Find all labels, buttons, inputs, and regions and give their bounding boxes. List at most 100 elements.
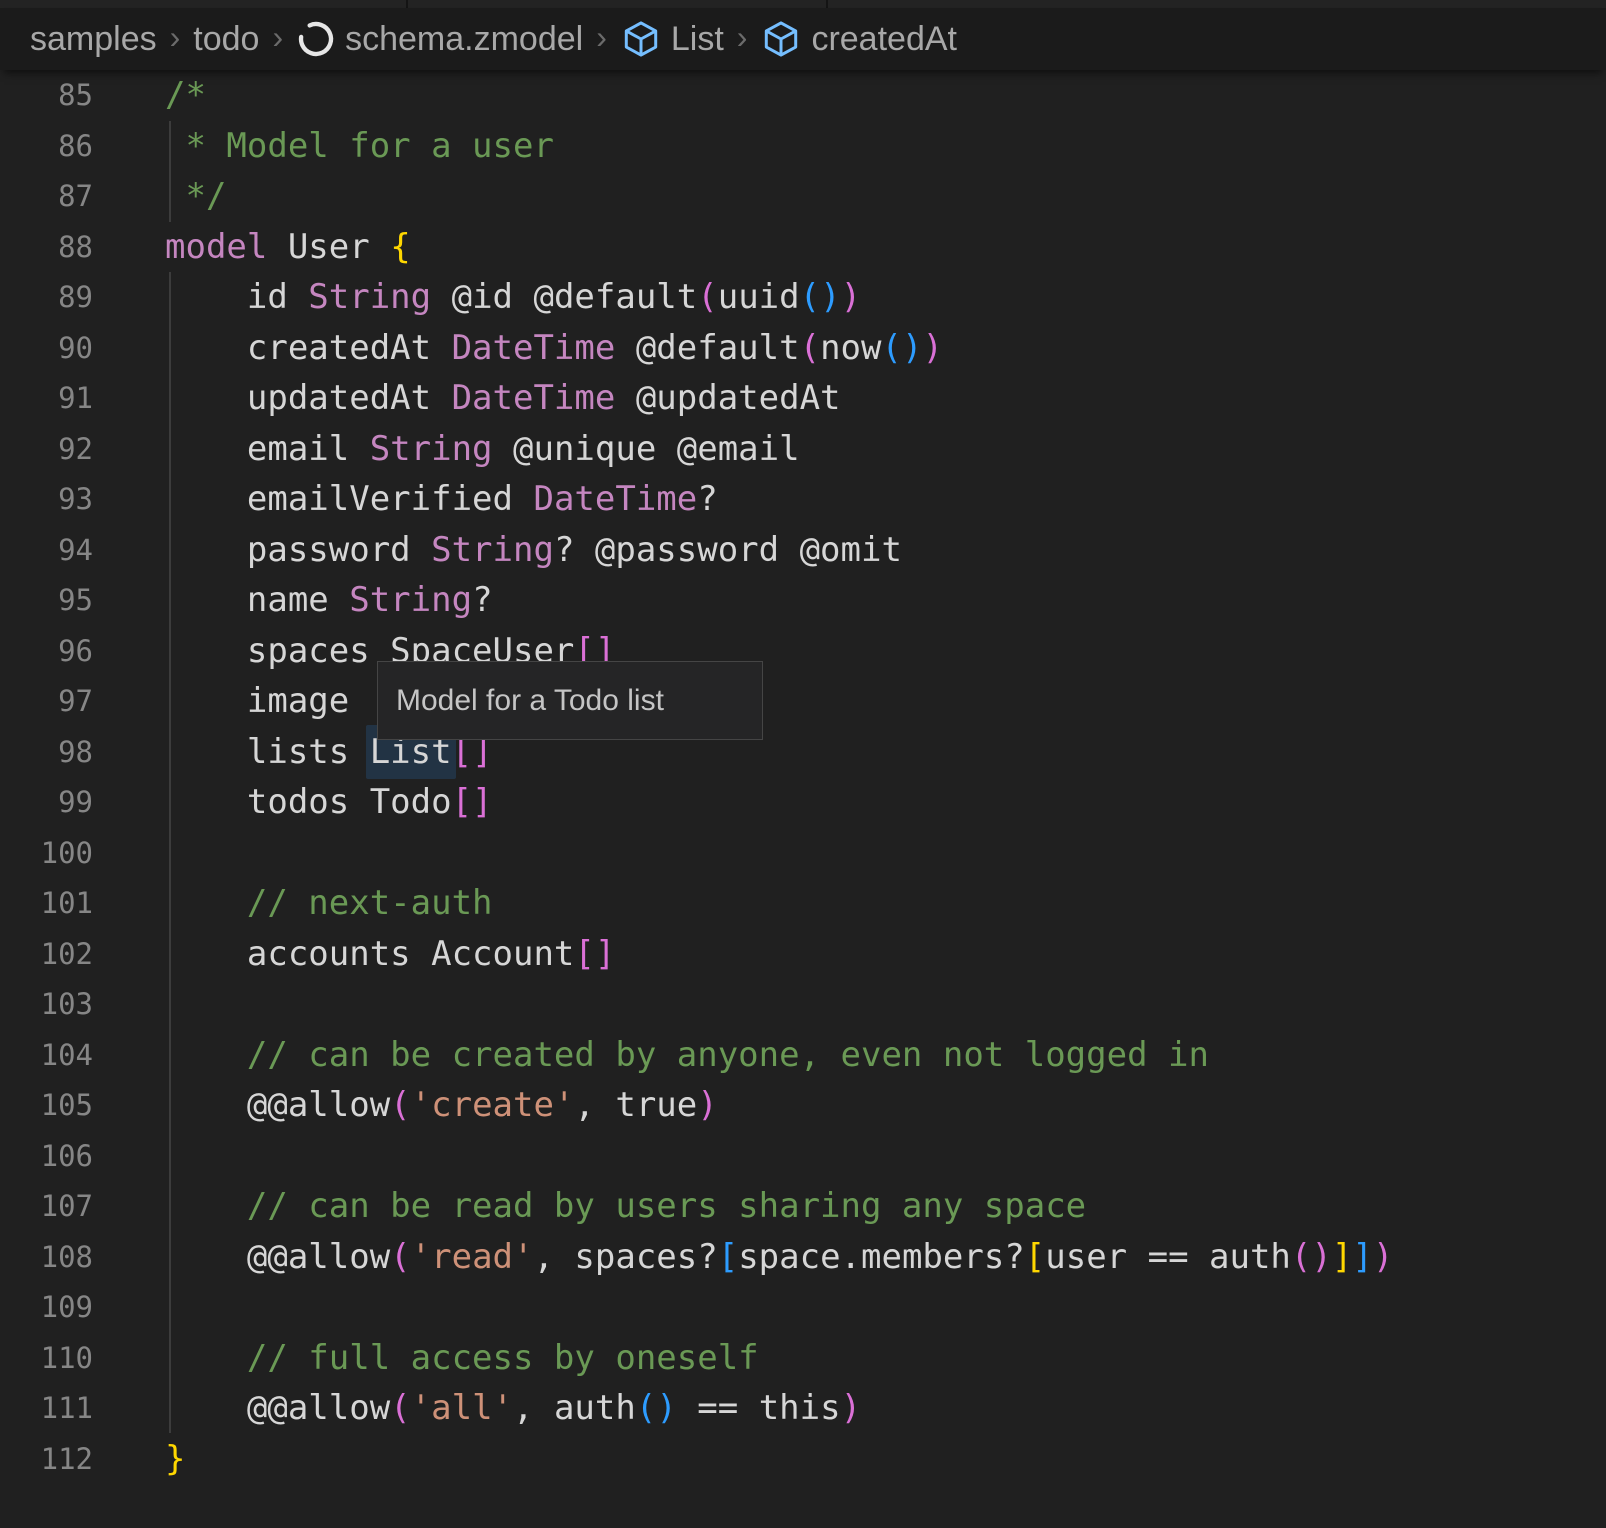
code-line-92[interactable]: 92 email String @unique @email [0,424,1606,475]
code-token [165,883,247,923]
code-token: DateTime [452,328,616,368]
code-line-101[interactable]: 101 // next-auth [0,878,1606,929]
breadcrumb-separator-icon: › [596,21,607,53]
line-number: 93 [0,474,93,525]
tab-separator [406,0,408,8]
code-token: ( [697,277,717,317]
line-number: 101 [0,878,93,929]
code-line-content: accounts Account[] [93,929,615,980]
code-token: String [308,277,431,317]
sync-icon [296,19,336,59]
code-token: ) [841,277,861,317]
code-line-107[interactable]: 107 // can be read by users sharing any … [0,1181,1606,1232]
code-line-102[interactable]: 102 accounts Account[] [0,929,1606,980]
code-line-87[interactable]: 87 */ [0,171,1606,222]
code-line-89[interactable]: 89 id String @id @default(uuid()) [0,272,1606,323]
code-line-90[interactable]: 90 createdAt DateTime @default(now()) [0,323,1606,374]
code-line-content: // next-auth [93,878,493,929]
line-number: 92 [0,424,93,475]
line-number: 99 [0,777,93,828]
code-line-111[interactable]: 111 @@allow('all', auth() == this) [0,1383,1606,1434]
code-token: ? @password @omit [554,530,902,570]
breadcrumb-item-list[interactable]: List [620,18,724,60]
code-token: space.members? [738,1237,1025,1277]
code-token: == this [677,1388,841,1428]
code-token: // next-auth [247,883,493,923]
code-token: uuid [718,277,800,317]
line-number: 108 [0,1232,93,1283]
code-line-content [93,1282,165,1333]
code-token: name [165,580,349,620]
code-token: ) [697,1085,717,1125]
code-line-content: image [93,676,349,727]
code-line-content: @@allow('all', auth() == this) [93,1383,861,1434]
breadcrumb-item-samples[interactable]: samples [30,20,157,59]
code-line-112[interactable]: 112} [0,1434,1606,1485]
code-line-88[interactable]: 88model User { [0,222,1606,273]
code-line-109[interactable]: 109 [0,1282,1606,1333]
code-line-content: password String? @password @omit [93,525,902,576]
code-token: @@allow [165,1388,390,1428]
line-number: 91 [0,373,93,424]
code-token: [] [452,782,493,822]
code-line-98[interactable]: 98 lists List[] [0,727,1606,778]
code-token: ] [1332,1237,1352,1277]
code-line-100[interactable]: 100 [0,828,1606,879]
code-line-106[interactable]: 106 [0,1131,1606,1182]
code-line-93[interactable]: 93 emailVerified DateTime? [0,474,1606,525]
line-number: 112 [0,1434,93,1485]
cube-icon [620,18,662,60]
line-number: 89 [0,272,93,323]
code-line-content [93,1131,165,1182]
line-number: 97 [0,676,93,727]
code-token: , spaces? [533,1237,717,1277]
line-number: 95 [0,575,93,626]
line-number: 100 [0,828,93,879]
code-line-86[interactable]: 86 * Model for a user [0,121,1606,172]
code-token: emailVerified [165,479,533,519]
code-line-105[interactable]: 105 @@allow('create', true) [0,1080,1606,1131]
code-line-85[interactable]: 85/* [0,70,1606,121]
code-line-content: email String @unique @email [93,424,800,475]
code-token: id [165,277,308,317]
code-line-94[interactable]: 94 password String? @password @omit [0,525,1606,576]
code-line-103[interactable]: 103 [0,979,1606,1030]
code-token: /* [165,75,206,115]
code-editor[interactable]: 85/*86 * Model for a user87 */88model Us… [0,70,1606,1528]
code-token: ) [656,1388,676,1428]
code-token: , auth [513,1388,636,1428]
code-token: ( [636,1388,656,1428]
code-line-content: * Model for a user [93,121,554,172]
code-token: DateTime [533,479,697,519]
breadcrumb-item-todo[interactable]: todo [193,20,259,59]
code-line-99[interactable]: 99 todos Todo[] [0,777,1606,828]
code-line-104[interactable]: 104 // can be created by anyone, even no… [0,1030,1606,1081]
code-line-content: updatedAt DateTime @updatedAt [93,373,841,424]
code-token: ( [390,1388,410,1428]
code-line-108[interactable]: 108 @@allow('read', spaces?[space.member… [0,1232,1606,1283]
line-number: 96 [0,626,93,677]
code-line-content: name String? [93,575,493,626]
code-line-content: model User { [93,222,411,273]
code-token: @updatedAt [615,378,840,418]
code-line-91[interactable]: 91 updatedAt DateTime @updatedAt [0,373,1606,424]
code-token: , true [574,1085,697,1125]
line-number: 88 [0,222,93,273]
code-token: ? [697,479,717,519]
code-line-content: */ [93,171,226,222]
code-token: ( [1291,1237,1311,1277]
breadcrumb-item-createdat[interactable]: createdAt [760,18,957,60]
code-token: lists [165,732,370,772]
code-token: ( [390,1085,410,1125]
line-number: 98 [0,727,93,778]
breadcrumb-item-schema-zmodel[interactable]: schema.zmodel [296,19,583,59]
code-line-97[interactable]: 97 image [0,676,1606,727]
code-line-96[interactable]: 96 spaces SpaceUser[] [0,626,1606,677]
line-number: 94 [0,525,93,576]
code-token: 'all' [411,1388,513,1428]
code-token [165,1186,247,1226]
code-line-110[interactable]: 110 // full access by oneself [0,1333,1606,1384]
code-line-content: /* [93,70,206,121]
line-number: 107 [0,1181,93,1232]
code-line-95[interactable]: 95 name String? [0,575,1606,626]
